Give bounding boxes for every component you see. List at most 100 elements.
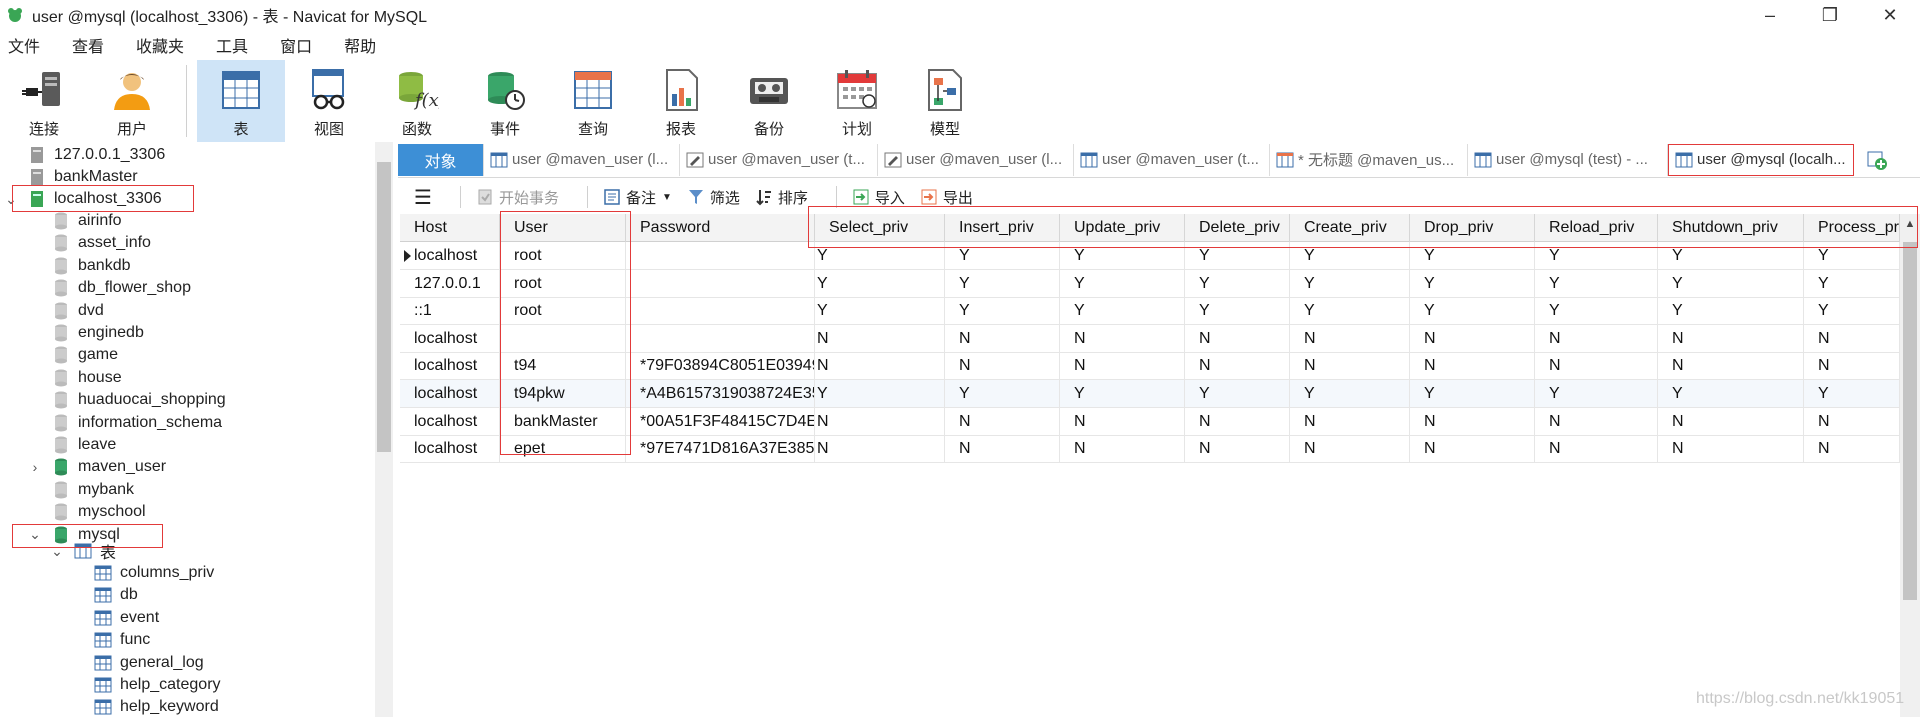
table-cell[interactable]: Y	[1535, 269, 1658, 298]
tab-document[interactable]: user @maven_user (l...	[484, 143, 680, 176]
table-cell[interactable]: Y	[1658, 297, 1804, 326]
tree-connection-127[interactable]: 127.0.0.1_3306	[4, 144, 165, 166]
column-header[interactable]: Process_priv	[1804, 214, 1900, 242]
table-cell[interactable]: N	[1185, 324, 1290, 353]
table-row[interactable]: ::1 root Y Y Y Y Y Y Y Y Y	[400, 297, 1900, 326]
chevron-down-icon[interactable]: ⌄	[50, 543, 64, 560]
table-cell[interactable]: Y	[1185, 269, 1290, 298]
table-cell[interactable]: localhost	[400, 352, 500, 381]
table-row[interactable]: localhost N N N N N N N N N	[400, 324, 1900, 353]
table-cell[interactable]: Y	[1290, 297, 1410, 326]
table-row[interactable]: localhostbankMaster*00A51F3F48415C7D4E89…	[400, 407, 1900, 436]
tab-document[interactable]: user @maven_user (l...	[878, 143, 1074, 176]
menu-help[interactable]: 帮助	[336, 33, 388, 57]
column-header[interactable]: Reload_priv	[1535, 214, 1658, 242]
column-header[interactable]: Insert_priv	[945, 214, 1060, 242]
table-cell[interactable]: *79F03894C8051E03949A!	[626, 352, 815, 381]
tree-table-item[interactable]: columns_priv	[94, 562, 214, 584]
table-cell[interactable]: N	[1658, 435, 1804, 464]
begin-transaction-button[interactable]: 开始事务	[475, 187, 559, 208]
function-button[interactable]: f(x) 函数	[373, 60, 461, 142]
menu-view[interactable]: 查看	[64, 33, 116, 57]
table-cell[interactable]: N	[945, 435, 1060, 464]
table-cell[interactable]: N	[1658, 324, 1804, 353]
tree-database-item[interactable]: game	[28, 344, 118, 366]
import-button[interactable]: 导入	[851, 187, 905, 208]
table-cell[interactable]: N	[1535, 435, 1658, 464]
tree-database-item[interactable]: dvd	[28, 300, 104, 322]
tree-database-item[interactable]: bankdb	[28, 255, 131, 277]
table-cell[interactable]: N	[815, 407, 945, 436]
table-row[interactable]: localhost epet *97E7471D816A37E38510 N N N N N N…	[400, 435, 1900, 464]
table-cell[interactable]: Y	[1290, 242, 1410, 270]
table-cell[interactable]: Y	[1535, 380, 1658, 408]
table-cell[interactable]: N	[1535, 407, 1658, 436]
table-cell[interactable]: Y	[1804, 380, 1900, 408]
tree-database-item[interactable]: myschool	[28, 501, 146, 523]
backup-button[interactable]: 备份	[725, 60, 813, 142]
table-cell[interactable]: N	[1804, 407, 1900, 436]
table-cell[interactable]: N	[1290, 407, 1410, 436]
table-cell[interactable]: N	[1535, 324, 1658, 353]
tree-database-item[interactable]: leave	[28, 434, 116, 456]
tree-database-item[interactable]: asset_info	[28, 232, 151, 254]
scrollbar-thumb[interactable]	[1903, 242, 1917, 600]
table-cell[interactable]: Y	[1410, 297, 1535, 326]
tree-database-item[interactable]: mybank	[28, 479, 134, 501]
column-header[interactable]: Update_priv	[1060, 214, 1185, 242]
menu-tools[interactable]: 工具	[208, 33, 260, 57]
table-cell[interactable]	[626, 269, 815, 298]
table-cell[interactable]: N	[1535, 352, 1658, 381]
event-button[interactable]: 事件	[461, 60, 549, 142]
model-button[interactable]: 模型	[901, 60, 989, 142]
table-cell[interactable]: t94	[500, 352, 626, 381]
table-cell[interactable]: Y	[1658, 242, 1804, 270]
table-cell[interactable]: Y	[1185, 242, 1290, 270]
tree-table-item[interactable]: general_log	[94, 652, 204, 674]
column-header[interactable]: Create_priv	[1290, 214, 1410, 242]
tab-document[interactable]: * 无标题 @maven_us...	[1270, 143, 1468, 176]
dropdown-arrow-icon[interactable]: ▼	[662, 192, 672, 203]
table-cell[interactable]: Y	[945, 380, 1060, 408]
table-cell[interactable]: N	[1410, 435, 1535, 464]
table-cell[interactable]: N	[1060, 352, 1185, 381]
chevron-right-icon[interactable]: ›	[28, 459, 42, 475]
tree-database-item[interactable]: house	[28, 367, 122, 389]
table-cell[interactable]: *A4B6157319038724E356	[626, 380, 815, 408]
table-cell[interactable]: N	[1410, 407, 1535, 436]
table-cell[interactable]: Y	[815, 297, 945, 326]
table-cell[interactable]: localhost	[400, 435, 500, 464]
table-cell[interactable]: Y	[1290, 269, 1410, 298]
table-cell[interactable]: N	[1658, 352, 1804, 381]
table-cell[interactable]: Y	[1804, 269, 1900, 298]
table-cell[interactable]: N	[1185, 352, 1290, 381]
table-row[interactable]: localhost root Y Y Y Y Y Y Y Y Y	[400, 242, 1900, 270]
column-header[interactable]: Password	[626, 214, 815, 242]
table-cell[interactable]: *00A51F3F48415C7D4E89	[626, 407, 815, 436]
table-cell[interactable]: Y	[1060, 269, 1185, 298]
table-cell[interactable]: Y	[1185, 380, 1290, 408]
tree-connection-bankmaster[interactable]: bankMaster	[4, 166, 138, 188]
table-cell[interactable]: Y	[815, 242, 945, 270]
table-cell[interactable]: localhost	[400, 407, 500, 436]
close-button[interactable]: ✕	[1860, 0, 1920, 30]
chevron-down-icon[interactable]: ⌄	[4, 191, 18, 208]
table-button[interactable]: 表	[197, 60, 285, 142]
table-cell[interactable]: N	[1060, 407, 1185, 436]
tree-table-item[interactable]: event	[94, 607, 159, 629]
table-cell[interactable]: N	[1804, 435, 1900, 464]
report-button[interactable]: 报表	[637, 60, 725, 142]
minimize-button[interactable]: –	[1740, 0, 1800, 30]
sort-button[interactable]: 排序	[754, 187, 808, 208]
table-cell[interactable]: localhost	[400, 242, 500, 270]
note-button[interactable]: 备注 ▼	[602, 187, 672, 208]
table-cell[interactable]: N	[1658, 407, 1804, 436]
table-cell[interactable]: 127.0.0.1	[400, 269, 500, 298]
tree-table-item[interactable]: help_keyword	[94, 696, 219, 717]
table-cell[interactable]: Y	[945, 297, 1060, 326]
table-cell[interactable]: N	[1410, 352, 1535, 381]
table-cell[interactable]: N	[945, 324, 1060, 353]
scrollbar-thumb[interactable]	[377, 162, 391, 452]
table-cell[interactable]: Y	[815, 380, 945, 408]
table-cell[interactable]: N	[1804, 352, 1900, 381]
